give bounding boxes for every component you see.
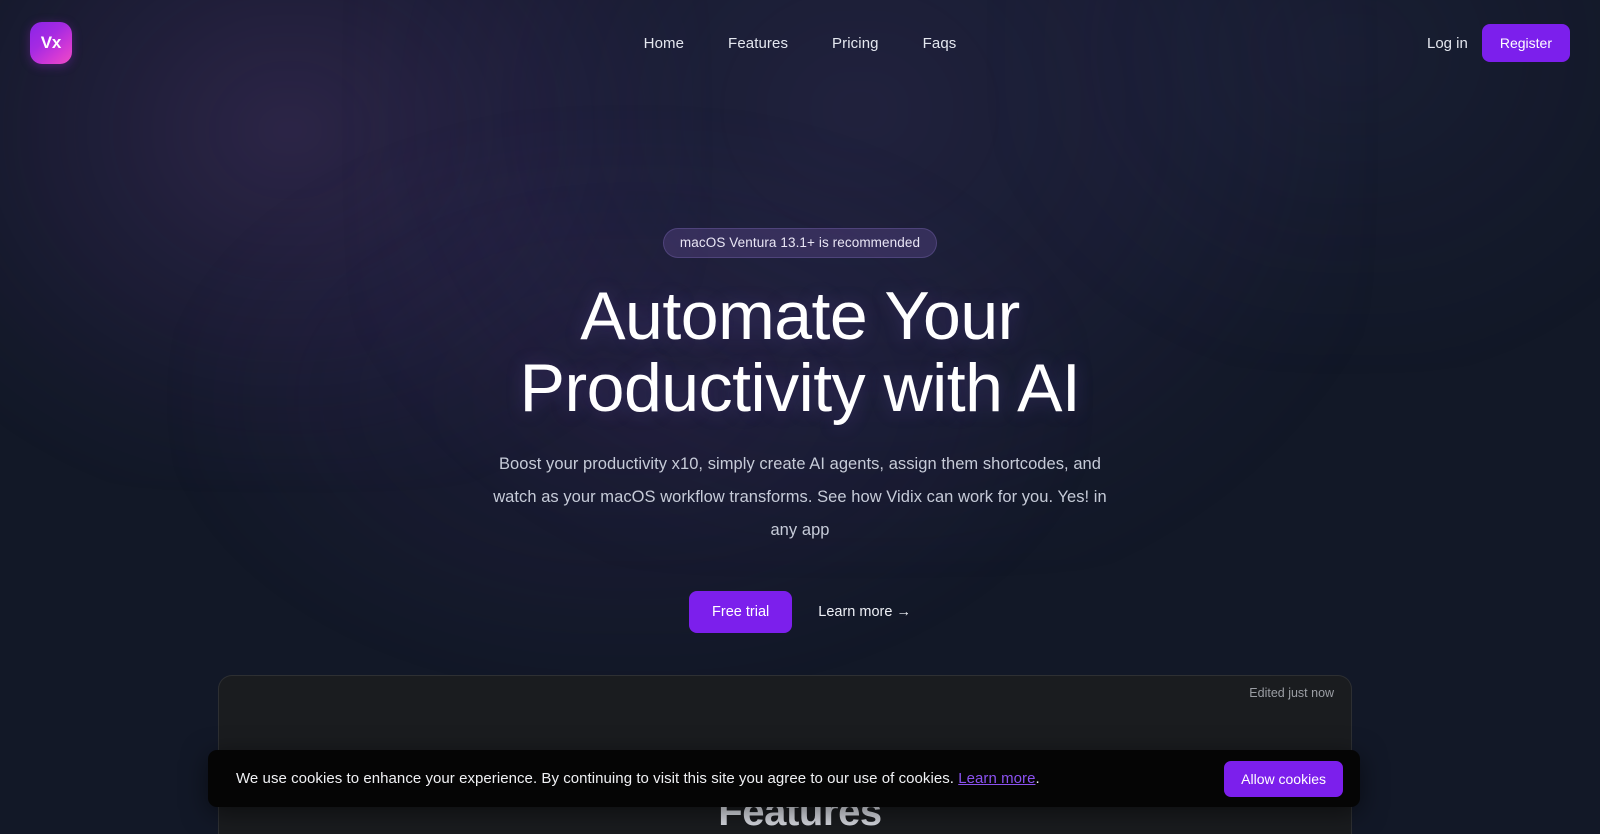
nav-item-home[interactable]: Home [644,35,684,52]
edited-status-label: Edited just now [1249,686,1335,700]
hero-section: macOS Ventura 13.1+ is recommended Autom… [0,0,1600,634]
nav-item-features[interactable]: Features [728,35,788,52]
learn-more-link[interactable]: Learn more → [818,604,911,620]
hero-subtitle: Boost your productivity x10, simply crea… [493,455,1107,540]
cookie-consent-text: We use cookies to enhance your experienc… [236,770,1040,787]
brand-logo[interactable]: Vx [30,22,72,64]
cookie-consent-banner: We use cookies to enhance your experienc… [208,750,1360,807]
cookie-text-after: . [1035,770,1040,787]
cookie-learn-more-link[interactable]: Learn more [958,770,1035,787]
nav-item-pricing[interactable]: Pricing [832,35,879,52]
cookie-text-before: We use cookies to enhance your experienc… [236,770,959,787]
site-header: Vx Home Features Pricing Faqs Log in Reg… [0,0,1600,86]
main-navigation: Home Features Pricing Faqs [644,35,957,52]
nav-item-faqs[interactable]: Faqs [923,35,957,52]
os-requirement-badge: macOS Ventura 13.1+ is recommended [662,228,938,258]
hero-cta-group: Free trial Learn more → [689,591,911,634]
free-trial-button[interactable]: Free trial [689,591,793,634]
allow-cookies-button[interactable]: Allow cookies [1224,760,1343,797]
page-title: Automate Your Productivity with AI [519,278,1081,427]
header-actions: Log in Register [1427,24,1570,62]
brand-logo-text: Vx [40,33,62,52]
login-link[interactable]: Log in [1427,35,1468,52]
app-preview-toolbar: Edited just now Sha [219,676,1351,710]
register-button[interactable]: Register [1481,24,1570,62]
